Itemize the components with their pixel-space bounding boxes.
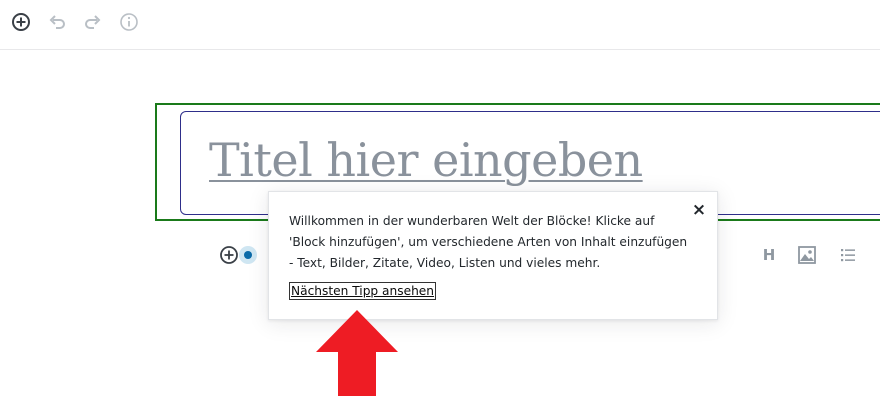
welcome-tip-popover: Willkommen in der wunderbaren Welt der B…	[268, 191, 718, 320]
next-tip-link[interactable]: Nächsten Tipp ansehen	[289, 282, 437, 300]
list-icon[interactable]	[839, 246, 857, 264]
image-icon[interactable]	[798, 246, 816, 264]
undo-icon	[49, 15, 65, 29]
redo-button[interactable]	[83, 12, 103, 32]
tip-indicator[interactable]	[239, 246, 257, 264]
red-arrow-annotation	[316, 310, 398, 396]
add-block-inline-icon[interactable]	[219, 245, 239, 265]
tip-indicator-dot	[244, 251, 252, 259]
editor-toolbar	[0, 0, 880, 50]
tip-text: Willkommen in der wunderbaren Welt der B…	[289, 214, 688, 270]
post-title-input[interactable]: Titel hier eingeben	[209, 133, 643, 187]
undo-button[interactable]	[47, 12, 67, 32]
info-button[interactable]	[119, 12, 139, 32]
redo-icon	[85, 15, 101, 29]
close-tip-button[interactable]: ×	[691, 202, 707, 219]
plus-circle-icon	[12, 13, 30, 31]
heading-block-button[interactable]: H	[760, 246, 778, 264]
add-block-button[interactable]	[11, 12, 31, 32]
info-icon	[120, 13, 138, 31]
